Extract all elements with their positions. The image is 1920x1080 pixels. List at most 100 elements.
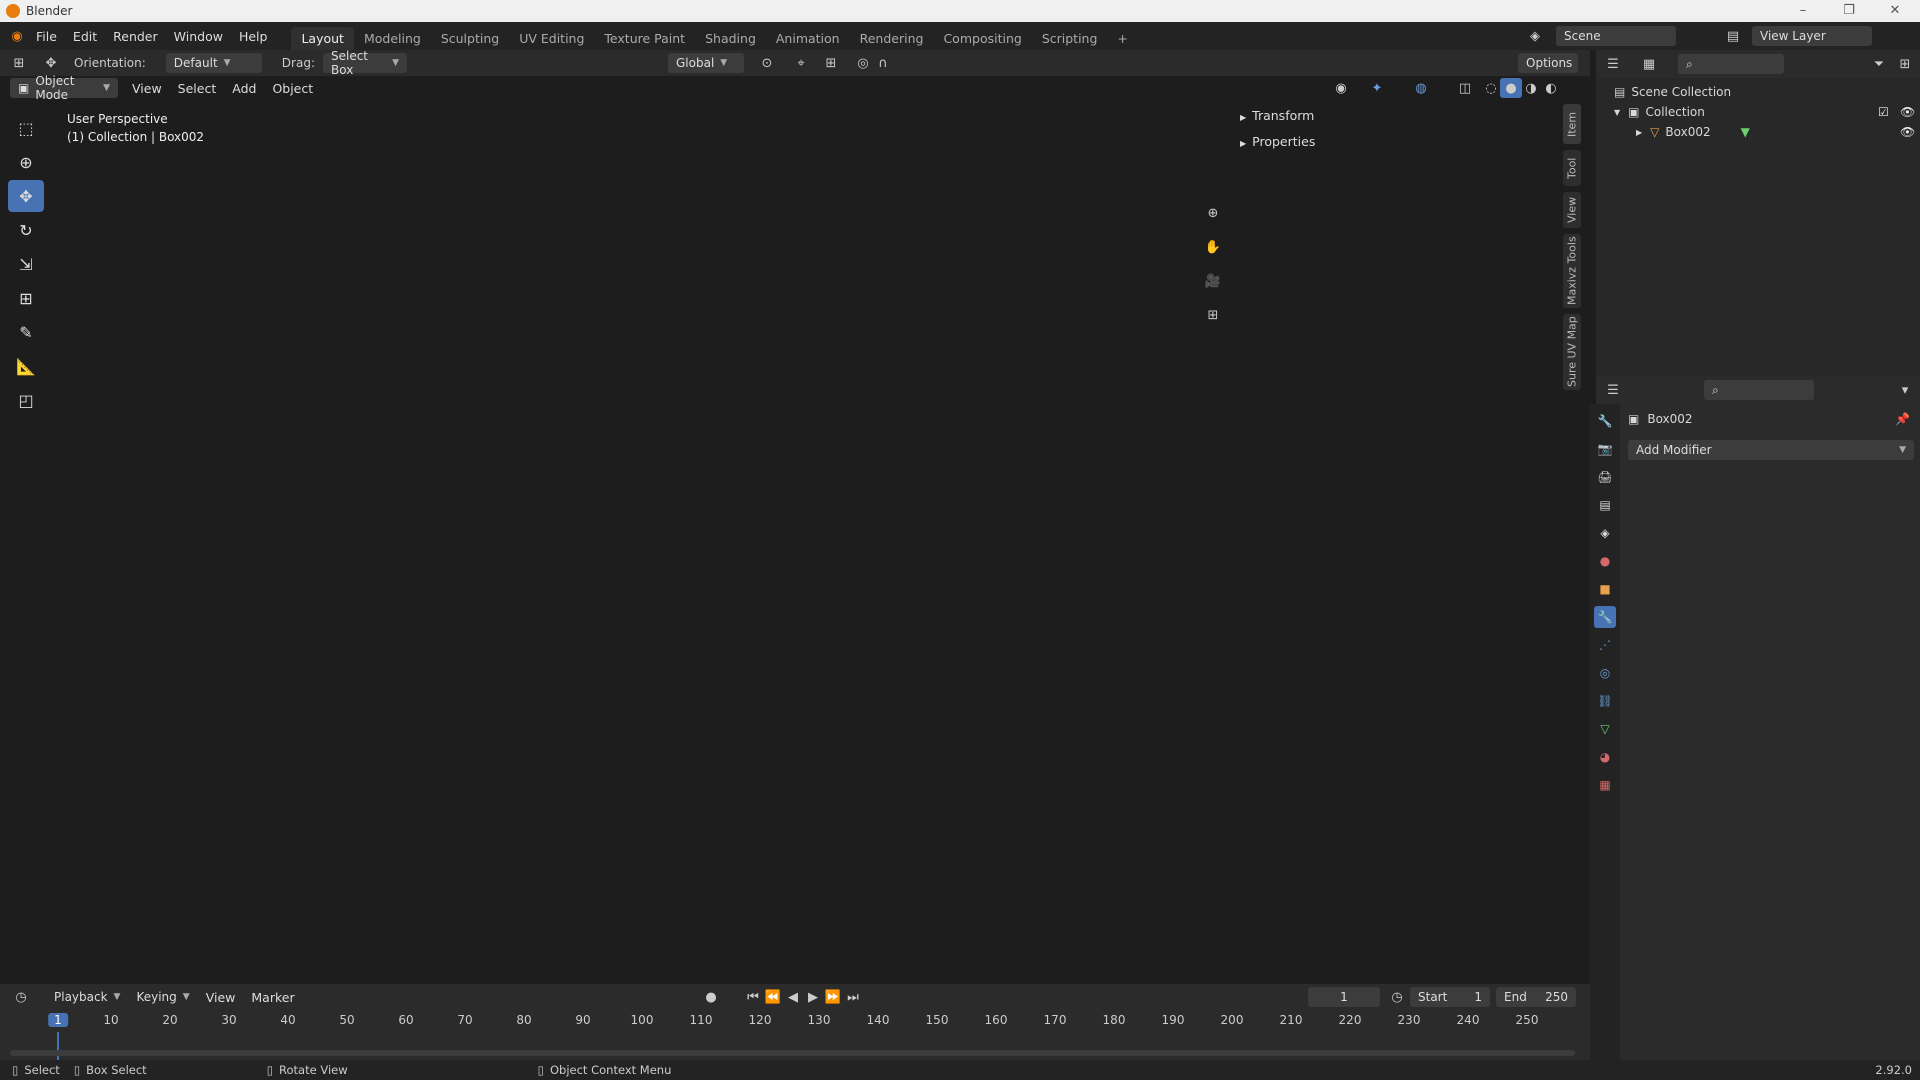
editor-type-icon[interactable]: ⊞ — [8, 53, 30, 73]
box002-mesh[interactable] — [445, 258, 1012, 820]
outliner-item-collection[interactable]: ▼ ▣ Collection ☑ 👁 — [1596, 102, 1920, 122]
material-shading-icon[interactable]: ◑ — [1520, 78, 1542, 98]
view-layer-properties-icon[interactable]: ▤ — [1594, 494, 1616, 516]
current-frame-marker[interactable]: 1 — [48, 1013, 68, 1027]
pin-icon[interactable]: 📌 — [1895, 412, 1910, 426]
viewport-scene[interactable]: Z Y X — [0, 78, 1567, 980]
texture-properties-icon[interactable]: ▦ — [1594, 774, 1616, 796]
world-properties-icon[interactable]: ● — [1594, 550, 1616, 572]
menu-file[interactable]: File — [28, 29, 65, 44]
pivot-point-icon[interactable]: ⊙ — [756, 53, 778, 73]
particles-properties-icon[interactable]: ⋰ — [1594, 634, 1616, 656]
viewport-menu-view[interactable]: View — [124, 81, 170, 96]
start-frame-field[interactable]: Start 1 — [1410, 987, 1490, 1007]
constraints-properties-icon[interactable]: ⛓ — [1594, 690, 1616, 712]
orientation-dropdown[interactable]: Default ▼ — [165, 53, 262, 73]
wireframe-shading-icon[interactable]: ◌ — [1480, 78, 1502, 98]
rotate-tool[interactable]: ↻ — [8, 214, 44, 246]
tab-uv-editing[interactable]: UV Editing — [509, 27, 594, 50]
display-mode-icon[interactable]: ▦ — [1638, 54, 1660, 74]
tab-shading[interactable]: Shading — [695, 27, 766, 50]
outliner-search-field[interactable]: ⌕ — [1678, 54, 1784, 74]
snap-icon[interactable]: ⌖ — [790, 53, 812, 73]
3d-viewport[interactable]: Z Y X — [0, 78, 1567, 980]
frame-ruler[interactable]: 1 10 20 30 40 50 60 70 80 90 100 110 120… — [10, 1010, 1580, 1032]
tab-scripting[interactable]: Scripting — [1032, 27, 1108, 50]
jump-start-icon[interactable]: ⏮ — [742, 987, 764, 1007]
eye-icon[interactable]: 👁 — [1900, 125, 1915, 139]
annotate-tool[interactable]: ✎ — [8, 316, 44, 348]
side-tab-sure-uv-map[interactable]: Sure UV Map — [1563, 314, 1581, 390]
add-modifier-dropdown[interactable]: Add Modifier ▼ — [1628, 440, 1914, 460]
data-properties-icon[interactable]: ▽ — [1594, 718, 1616, 740]
falloff-icon[interactable]: ∩ — [872, 53, 894, 73]
chevron-down-icon[interactable]: ▾ — [1894, 380, 1916, 400]
side-tab-item[interactable]: Item — [1563, 104, 1581, 144]
material-properties-icon[interactable]: ◕ — [1594, 746, 1616, 768]
scene-properties-icon[interactable]: ◈ — [1594, 522, 1616, 544]
move-tool[interactable]: ✥ — [8, 180, 44, 212]
current-frame-field[interactable]: 1 — [1308, 987, 1380, 1007]
visibility-filter-icon[interactable]: ◉ — [1330, 78, 1352, 98]
ortho-toggle-icon[interactable]: ⊞ — [1202, 302, 1224, 328]
transform-tool[interactable]: ⊞ — [8, 282, 44, 314]
select-box-tool[interactable]: ⬚ — [8, 112, 44, 144]
outliner-scene-collection[interactable]: ▤ Scene Collection — [1596, 82, 1920, 102]
chevron-right-icon[interactable]: ▶ — [1636, 128, 1642, 137]
gizmo-z-axis[interactable] — [1181, 192, 1195, 206]
mesh-data-icon[interactable]: ▼ — [1741, 125, 1750, 139]
maximize-button[interactable]: ❐ — [1826, 0, 1872, 22]
scene-selector[interactable]: Scene — [1556, 26, 1676, 46]
output-properties-icon[interactable]: 🖨 — [1594, 466, 1616, 488]
physics-properties-icon[interactable]: ◎ — [1594, 662, 1616, 684]
xray-toggle-icon[interactable]: ◫ — [1454, 78, 1476, 98]
tool-properties-icon[interactable]: 🔧 — [1594, 410, 1616, 432]
timeline-editor-type-icon[interactable]: ◷ — [10, 987, 32, 1007]
outliner-item-box002[interactable]: ▶ ▽ Box002 ▼ 👁 — [1596, 122, 1920, 142]
add-cube-tool[interactable]: ◰ — [8, 384, 44, 416]
new-collection-icon[interactable]: ⊞ — [1894, 54, 1916, 74]
camera-view-icon[interactable]: 🎥 — [1202, 268, 1224, 294]
tab-layout[interactable]: Layout — [291, 27, 354, 50]
clock-icon[interactable]: ◷ — [1386, 987, 1408, 1007]
tab-sculpting[interactable]: Sculpting — [431, 27, 509, 50]
tab-modeling[interactable]: Modeling — [354, 27, 431, 50]
tab-animation[interactable]: Animation — [766, 27, 850, 50]
timeline-menu-view[interactable]: View — [198, 990, 244, 1005]
zoom-icon[interactable]: ⊕ — [1202, 200, 1224, 226]
viewport-menu-add[interactable]: Add — [224, 81, 264, 96]
jump-end-icon[interactable]: ⏭ — [842, 987, 864, 1007]
prev-keyframe-icon[interactable]: ⏪ — [762, 987, 784, 1007]
scale-tool[interactable]: ⇲ — [8, 248, 44, 280]
transform-orientation-dropdown[interactable]: Global ▼ — [668, 53, 744, 73]
options-dropdown[interactable]: Options — [1518, 53, 1578, 73]
properties-editor-type-icon[interactable]: ☰ — [1602, 380, 1624, 400]
end-frame-field[interactable]: End 250 — [1496, 987, 1576, 1007]
side-tab-tool[interactable]: Tool — [1563, 150, 1581, 186]
timeline-scrollbar[interactable] — [10, 1050, 1575, 1056]
object-properties-icon[interactable]: ■ — [1594, 578, 1616, 600]
tab-compositing[interactable]: Compositing — [933, 27, 1031, 50]
timeline-menu-marker[interactable]: Marker — [243, 990, 302, 1005]
menu-help[interactable]: Help — [231, 29, 276, 44]
mode-dropdown[interactable]: ▣ Object Mode ▼ — [10, 74, 118, 102]
panel-properties[interactable]: ▶ Properties — [1240, 130, 1560, 156]
blender-menu-icon[interactable]: ◉ — [6, 26, 28, 46]
panel-transform[interactable]: ▶ Transform — [1240, 104, 1560, 130]
timeline[interactable]: 1 10 20 30 40 50 60 70 80 90 100 110 120… — [0, 1010, 1590, 1060]
pan-hand-icon[interactable]: ✋ — [1202, 234, 1224, 260]
add-workspace-button[interactable]: + — [1107, 27, 1137, 50]
menu-window[interactable]: Window — [166, 29, 231, 44]
close-button[interactable]: ✕ — [1872, 0, 1918, 22]
checkbox-icon[interactable]: ☑ — [1878, 105, 1889, 119]
gizmo-toggle-icon[interactable]: ✦ — [1366, 78, 1388, 98]
properties-search-field[interactable]: ⌕ — [1704, 380, 1814, 400]
filter-icon[interactable]: ⏷ — [1868, 54, 1890, 74]
chevron-down-icon[interactable]: ▼ — [1614, 108, 1620, 117]
side-tab-view[interactable]: View — [1563, 192, 1581, 228]
solid-shading-icon[interactable]: ● — [1500, 78, 1522, 98]
scene-icon[interactable]: ◈ — [1524, 26, 1546, 46]
menu-render[interactable]: Render — [105, 29, 166, 44]
minimize-button[interactable]: – — [1780, 0, 1826, 22]
eye-icon[interactable]: 👁 — [1900, 105, 1915, 119]
